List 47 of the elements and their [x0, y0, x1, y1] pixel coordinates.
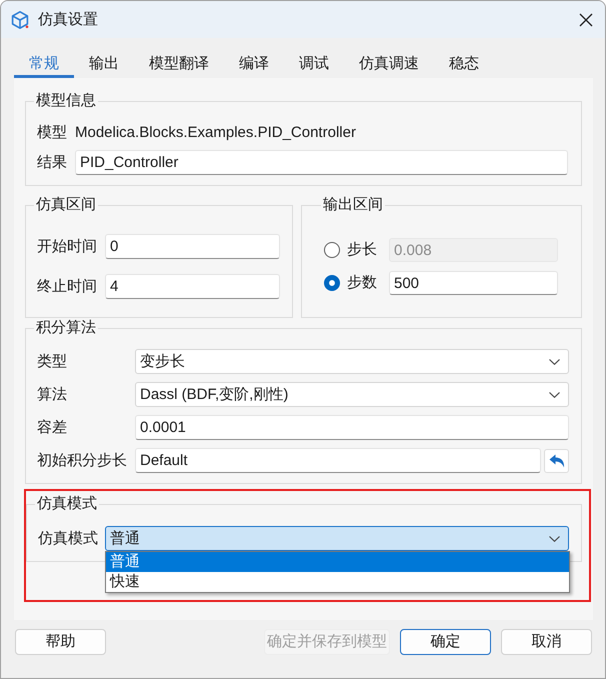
field-label: 类型: [37, 352, 68, 372]
text-field[interactable]: 500: [389, 271, 558, 295]
chevron-down-icon: [549, 392, 560, 398]
radio-button[interactable]: [324, 275, 340, 291]
tab[interactable]: 模型翻译: [134, 48, 224, 78]
model-name: Modelica.Blocks.Examples.PID_Controller: [75, 122, 356, 142]
field-label: 初始积分步长: [37, 450, 128, 470]
chevron-down-icon: [549, 536, 560, 542]
field-label: 终止时间: [37, 276, 98, 296]
dropdown[interactable]: Dassl (BDF,变阶,刚性): [135, 382, 569, 407]
text-field[interactable]: Default: [135, 448, 541, 473]
tab[interactable]: 输出: [74, 48, 134, 78]
reset-button[interactable]: [544, 448, 569, 472]
tab[interactable]: 稳态: [434, 48, 494, 78]
window-title: 仿真设置: [38, 10, 98, 30]
dropdown-option[interactable]: 快速: [106, 572, 569, 592]
curved-arrow-icon: [548, 454, 564, 468]
group-title: 输出区间: [322, 195, 384, 215]
group-title: 积分算法: [35, 318, 97, 338]
text-field[interactable]: 0: [105, 234, 280, 259]
field-label: 模型: [37, 122, 68, 142]
dialog-button[interactable]: 确定: [400, 629, 491, 655]
group-title: 仿真模式: [36, 494, 98, 514]
group-title: 仿真区间: [35, 195, 97, 215]
tab[interactable]: 编译: [224, 48, 284, 78]
radio-label: 步数: [347, 273, 378, 293]
text-field[interactable]: PID_Controller: [75, 150, 568, 175]
dropdown[interactable]: 普通: [105, 526, 569, 551]
dropdown[interactable]: 变步长: [135, 349, 569, 374]
close-icon: [579, 12, 593, 26]
tab[interactable]: 调试: [284, 48, 344, 78]
close-button[interactable]: [579, 12, 593, 26]
cube-icon: [10, 10, 30, 30]
tab[interactable]: 仿真调速: [344, 48, 434, 78]
dialog-button[interactable]: 帮助: [15, 629, 106, 655]
group-title: 模型信息: [35, 91, 97, 111]
chevron-down-icon: [549, 358, 560, 364]
field-label: 容差: [37, 418, 68, 438]
field-label: 结果: [37, 152, 68, 172]
field-label: 开始时间: [37, 236, 98, 256]
field-label: 仿真模式: [38, 528, 99, 548]
text-field[interactable]: 4: [105, 274, 280, 299]
field-label: 算法: [37, 384, 68, 404]
text-field[interactable]: 0.0001: [135, 415, 569, 440]
radio-label: 步长: [347, 240, 378, 260]
dialog-button[interactable]: 取消: [501, 629, 592, 655]
dropdown-option[interactable]: 普通: [106, 552, 569, 572]
